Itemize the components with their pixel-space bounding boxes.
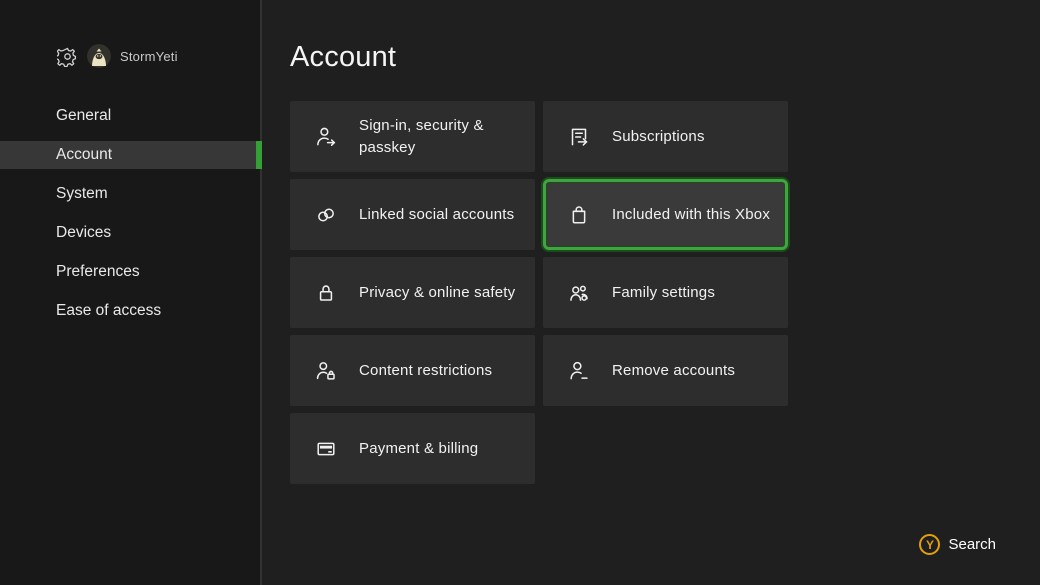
- tile-label: Included with this Xbox: [612, 204, 780, 226]
- sidebar-item-label: Devices: [56, 224, 111, 242]
- sidebar-item-label: System: [56, 185, 108, 203]
- sidebar: StormYeti General Account System Devices Pre…: [0, 0, 262, 585]
- person-arrow-icon: [313, 124, 339, 150]
- tile-family-settings[interactable]: Family settings: [543, 257, 788, 328]
- main-panel: Account Sign-in, security & passkey Subsc…: [264, 0, 1040, 585]
- y-button-icon[interactable]: Y: [919, 534, 940, 555]
- tile-label: Family settings: [612, 282, 780, 304]
- credit-card-icon: [313, 436, 339, 462]
- sidebar-item-ease-of-access[interactable]: Ease of access: [0, 297, 262, 325]
- tile-sign-in-security-passkey[interactable]: Sign-in, security & passkey: [290, 101, 535, 172]
- sidebar-item-label: Ease of access: [56, 302, 161, 320]
- sidebar-item-account[interactable]: Account: [0, 141, 262, 169]
- sidebar-item-devices[interactable]: Devices: [0, 219, 262, 247]
- tile-label: Content restrictions: [359, 360, 527, 382]
- sidebar-item-label: General: [56, 107, 111, 125]
- tile-label: Payment & billing: [359, 438, 527, 460]
- settings-tile-grid: Sign-in, security & passkey Subscriptions…: [290, 101, 788, 484]
- avatar: [87, 44, 111, 68]
- tile-label: Remove accounts: [612, 360, 780, 382]
- people-icon: [566, 280, 592, 306]
- sidebar-item-preferences[interactable]: Preferences: [0, 258, 262, 286]
- tile-payment-billing[interactable]: Payment & billing: [290, 413, 535, 484]
- tile-label: Sign-in, security & passkey: [359, 115, 527, 159]
- sidebar-item-system[interactable]: System: [0, 180, 262, 208]
- tile-subscriptions[interactable]: Subscriptions: [543, 101, 788, 172]
- lock-icon: [313, 280, 339, 306]
- link-icon: [313, 202, 339, 228]
- document-arrow-icon: [566, 124, 592, 150]
- tile-linked-social-accounts[interactable]: Linked social accounts: [290, 179, 535, 250]
- tile-label: Privacy & online safety: [359, 282, 527, 304]
- page-title: Account: [290, 41, 396, 74]
- search-label[interactable]: Search: [948, 536, 996, 553]
- sidebar-item-label: Account: [56, 146, 112, 164]
- user-row[interactable]: StormYeti: [56, 44, 178, 68]
- settings-gear-icon: [56, 45, 78, 67]
- sidebar-item-general[interactable]: General: [0, 102, 262, 130]
- tile-included-with-this-xbox[interactable]: Included with this Xbox: [543, 179, 788, 250]
- tile-privacy-online-safety[interactable]: Privacy & online safety: [290, 257, 535, 328]
- sidebar-item-label: Preferences: [56, 263, 140, 281]
- username: StormYeti: [120, 49, 178, 64]
- tile-remove-accounts[interactable]: Remove accounts: [543, 335, 788, 406]
- sidebar-menu: General Account System Devices Preferences Ea…: [0, 102, 262, 336]
- tile-label: Subscriptions: [612, 126, 780, 148]
- footer-hints: Y Search: [919, 534, 996, 555]
- shopping-bag-icon: [566, 202, 592, 228]
- person-lock-icon: [313, 358, 339, 384]
- tile-label: Linked social accounts: [359, 204, 527, 226]
- person-minus-icon: [566, 358, 592, 384]
- tile-content-restrictions[interactable]: Content restrictions: [290, 335, 535, 406]
